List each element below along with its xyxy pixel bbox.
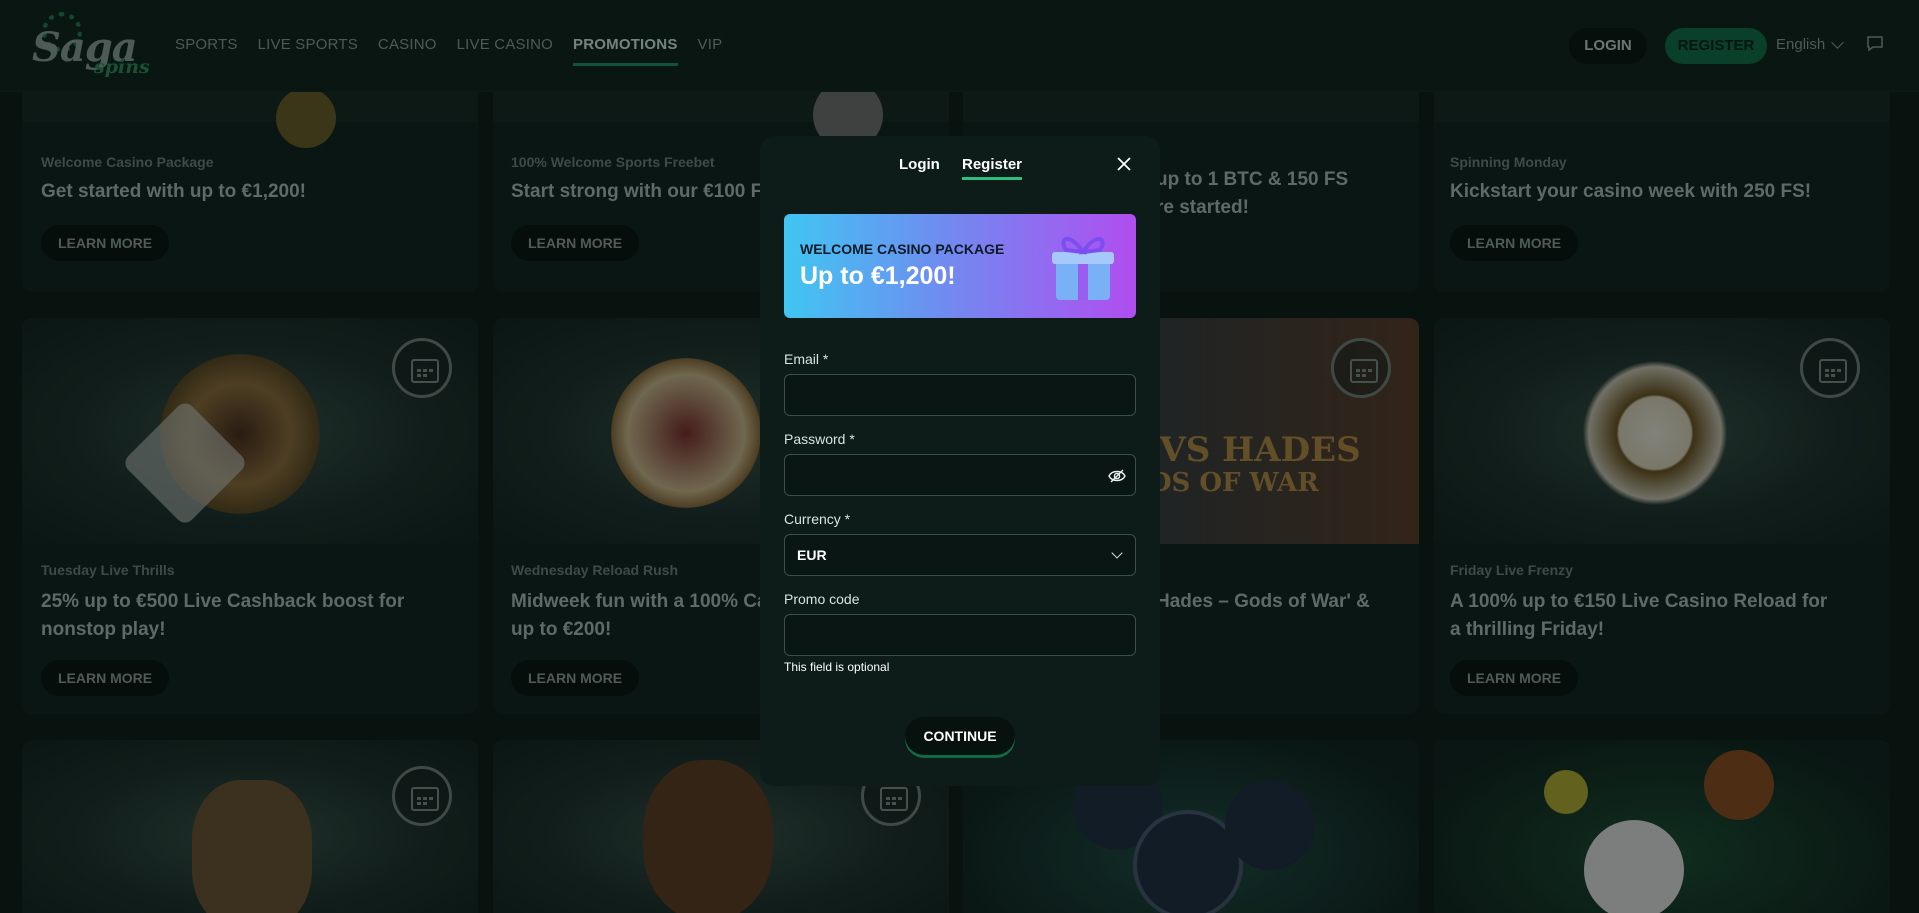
currency-value: EUR <box>797 547 827 563</box>
chevron-down-icon <box>1111 547 1123 559</box>
email-field[interactable] <box>784 374 1136 416</box>
banner-title: Up to €1,200! <box>800 262 956 290</box>
banner-kicker: WELCOME CASINO PACKAGE <box>800 241 1005 257</box>
promo-hint: This field is optional <box>784 660 890 674</box>
continue-button[interactable]: CONTINUE <box>905 717 1015 755</box>
currency-label: Currency * <box>784 511 851 527</box>
email-label: Email * <box>784 351 829 367</box>
tab-login[interactable]: Login <box>899 156 940 173</box>
promo-label: Promo code <box>784 591 860 607</box>
promo-code-field[interactable] <box>784 614 1136 656</box>
password-field[interactable] <box>784 454 1136 496</box>
close-icon[interactable] <box>1116 156 1132 172</box>
tab-register[interactable]: Register <box>962 156 1023 180</box>
welcome-banner: WELCOME CASINO PACKAGE Up to €1,200! <box>784 214 1136 318</box>
gift-icon <box>1052 237 1114 300</box>
register-modal: Login Register WELCOME CASINO PACKAGE Up… <box>760 136 1160 786</box>
currency-select[interactable]: EUR <box>784 534 1136 576</box>
password-label: Password * <box>784 431 855 447</box>
eye-slash-icon[interactable] <box>1108 467 1126 485</box>
